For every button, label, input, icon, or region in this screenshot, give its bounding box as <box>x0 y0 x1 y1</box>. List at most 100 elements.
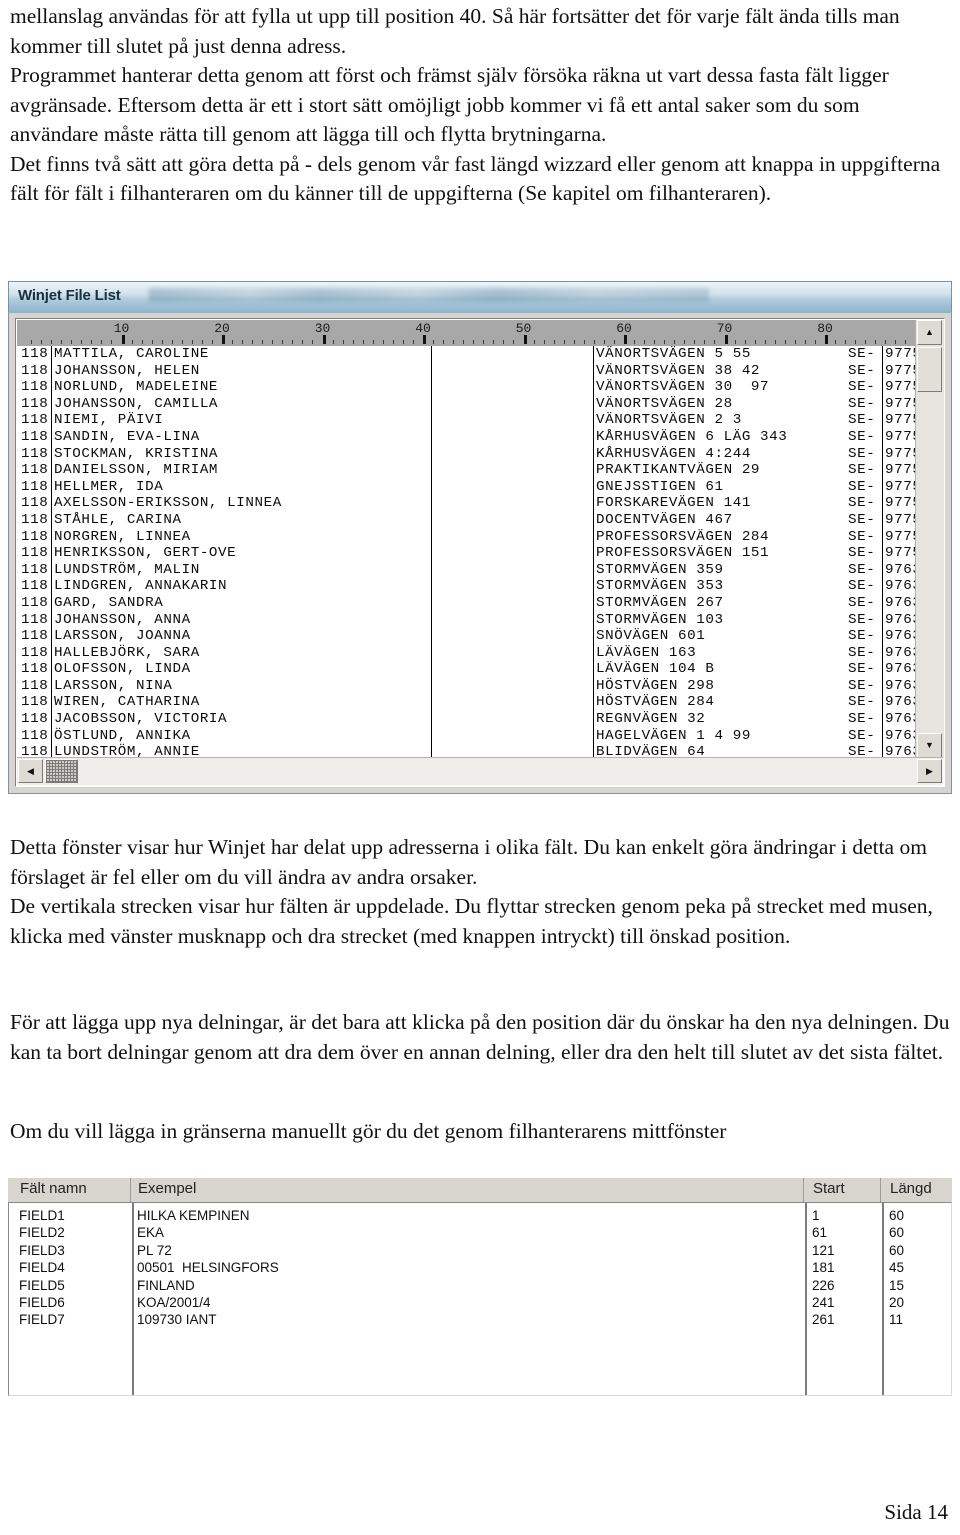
field-table-cell-name[interactable]: FIELD1 <box>19 1207 65 1224</box>
ruler-minor-tick <box>845 340 847 344</box>
field-table-cell-start[interactable]: 241 <box>812 1294 835 1311</box>
field-table-cell-start[interactable]: 181 <box>812 1259 835 1276</box>
field-table-cell-start[interactable]: 121 <box>812 1242 835 1259</box>
field-table-cell-name[interactable]: FIELD2 <box>19 1224 65 1241</box>
file-list-text-pane[interactable]: 118 MATTILA, CAROLINE VÄNORTSVÄGEN 5 55 SE-… <box>17 346 919 758</box>
field-table-cell-length[interactable]: 60 <box>889 1207 904 1224</box>
ruler-minor-tick <box>242 340 244 344</box>
file-list-row[interactable]: 118 JOHANSSON, HELEN VÄNORTSVÄGEN 38 42 SE-… <box>17 363 919 380</box>
file-list-row[interactable]: 118 LARSSON, JOANNA SNÖVÄGEN 601 SE- 9763 <box>17 628 919 645</box>
winjet-titlebar[interactable]: Winjet File List <box>8 281 952 312</box>
scroll-down-arrow-icon[interactable]: ▼ <box>917 733 942 758</box>
row-country-field: SE- <box>848 528 876 545</box>
field-table-cell-start[interactable]: 61 <box>812 1224 827 1241</box>
ruler-label-20: 20 <box>214 321 230 336</box>
field-divider-1[interactable] <box>51 346 52 758</box>
field-table-cell-example[interactable]: HILKA KEMPINEN <box>137 1207 250 1224</box>
row-name-field: LUNDSTRÖM, ANNIE <box>54 744 200 758</box>
field-table-cell-start[interactable]: 226 <box>812 1277 835 1294</box>
field-table-cell-start[interactable]: 1 <box>812 1207 820 1224</box>
document-page: mellanslag användas för att fylla ut upp… <box>0 0 960 1535</box>
field-table-cell-name[interactable]: FIELD7 <box>19 1311 65 1328</box>
ruler-minor-tick <box>483 340 485 344</box>
field-table-cell-name[interactable]: FIELD5 <box>19 1277 65 1294</box>
ruler-minor-tick <box>734 340 736 344</box>
file-list-row[interactable]: 118 JACOBSSON, VICTORIA REGNVÄGEN 32 SE- 976… <box>17 711 919 728</box>
file-list-row[interactable]: 118 SANDIN, EVA-LINA KÅRHUSVÄGEN 6 LÄG 343… <box>17 429 919 446</box>
row-name-field: JOHANSSON, CAMILLA <box>54 395 219 412</box>
row-id-field: 118 <box>21 511 49 528</box>
ruler-minor-tick <box>181 340 183 344</box>
field-table-cell-length[interactable]: 45 <box>889 1259 904 1276</box>
field-table-cell-example[interactable]: FINLAND <box>137 1277 195 1294</box>
paragraph-last: Om du vill lägga in gränserna manuellt g… <box>10 1117 950 1147</box>
field-table-cell-start[interactable]: 261 <box>812 1311 835 1328</box>
field-table-cell-length[interactable]: 20 <box>889 1294 904 1311</box>
file-list-row[interactable]: 118 GARD, SANDRA STORMVÄGEN 267 SE- 9763 <box>17 595 919 612</box>
file-list-row[interactable]: 118 ÖSTLUND, ANNIKA HAGELVÄGEN 1 4 99 SE- 97… <box>17 728 919 745</box>
field-table-cell-example[interactable]: PL 72 <box>137 1242 172 1259</box>
file-list-row[interactable]: 118 STÅHLE, CARINA DOCENTVÄGEN 467 SE- 9775 <box>17 512 919 529</box>
field-divider-2[interactable] <box>431 346 432 758</box>
file-list-row[interactable]: 118 OLOFSSON, LINDA LÄVÄGEN 104 B SE- 9763 <box>17 661 919 678</box>
field-table-cell-length[interactable]: 11 <box>889 1311 903 1328</box>
file-list-row[interactable]: 118 NIEMI, PÄIVI VÄNORTSVÄGEN 2 3 SE- 9775 <box>17 412 919 429</box>
field-table-cell-name[interactable]: FIELD6 <box>19 1294 65 1311</box>
field-table-cell-example[interactable]: 109730 IANT <box>137 1311 217 1328</box>
field-table-header-row: Fält namn Exempel Start Längd <box>8 1178 952 1202</box>
vertical-scroll-thumb[interactable] <box>917 347 942 392</box>
scroll-up-arrow-icon[interactable]: ▲ <box>917 320 942 345</box>
row-country-field: SE- <box>848 545 876 562</box>
field-table-cell-length[interactable]: 15 <box>889 1277 904 1294</box>
row-name-field: JOHANSSON, ANNA <box>54 611 191 628</box>
row-country-field: SE- <box>848 346 876 362</box>
file-list-row[interactable]: 118 LARSSON, NINA HÖSTVÄGEN 298 SE- 9763 <box>17 678 919 695</box>
file-list-row[interactable]: 118 HELLMER, IDA GNEJSSTIGEN 61 SE- 9775 <box>17 479 919 496</box>
field-table-cell-name[interactable]: FIELD3 <box>19 1242 65 1259</box>
file-list-row[interactable]: 118 LINDGREN, ANNAKARIN STORMVÄGEN 353 SE- 9… <box>17 578 919 595</box>
file-list-row[interactable]: 118 LUNDSTRÖM, MALIN STORMVÄGEN 359 SE- 9763 <box>17 562 919 579</box>
field-table-cell-example[interactable]: EKA <box>137 1224 164 1241</box>
ruler-minor-tick <box>91 340 93 344</box>
file-list-row[interactable]: 118 HALLEBJÖRK, SARA LÄVÄGEN 163 SE- 9763 <box>17 645 919 662</box>
row-name-field: JACOBSSON, VICTORIA <box>54 711 228 728</box>
ruler-minor-tick <box>362 340 364 344</box>
ruler-minor-tick <box>563 340 565 344</box>
row-name-field: HELLMER, IDA <box>54 478 164 495</box>
row-zip-field: 9763 <box>885 561 919 578</box>
horizontal-scroll-thumb[interactable] <box>45 759 78 783</box>
field-table-cell-length[interactable]: 60 <box>889 1242 904 1259</box>
field-table-cell-length[interactable]: 60 <box>889 1224 904 1241</box>
file-list-row[interactable]: 118 DANIELSSON, MIRIAM PRAKTIKANTVÄGEN 29 S… <box>17 462 919 479</box>
field-table-cell-example[interactable]: KOA/2001/4 <box>137 1294 211 1311</box>
field-table-grid[interactable]: FIELD1 HILKA KEMPINEN 1 60 FIELD2 EKA 61 60 FIEL… <box>8 1202 952 1396</box>
file-list-row[interactable]: 118 JOHANSSON, CAMILLA VÄNORTSVÄGEN 28 SE- 9… <box>17 396 919 413</box>
ruler-major-tick <box>624 335 627 344</box>
file-list-row[interactable]: 118 WIREN, CATHARINA HÖSTVÄGEN 284 SE- 9763 <box>17 694 919 711</box>
file-list-row[interactable]: 118 AXELSSON-ERIKSSON, LINNEA FORSKAREVÄGE… <box>17 495 919 512</box>
field-table-cell-name[interactable]: FIELD4 <box>19 1259 65 1276</box>
file-list-row[interactable]: 118 STOCKMAN, KRISTINA KÅRHUSVÄGEN 4:244 SE… <box>17 446 919 463</box>
ruler-ticks <box>17 335 919 344</box>
file-list-row[interactable]: 118 JOHANSSON, ANNA STORMVÄGEN 103 SE- 9763 <box>17 612 919 629</box>
column-ruler[interactable]: 10 20 30 40 50 60 70 80 <box>17 320 919 346</box>
field-divider-4[interactable] <box>882 346 883 758</box>
row-id-field: 118 <box>21 528 49 545</box>
page-number-footer: Sida 14 <box>884 1500 948 1524</box>
scroll-left-arrow-icon[interactable]: ◀ <box>18 759 43 783</box>
vertical-scrollbar[interactable]: ▲ ▼ <box>915 320 944 758</box>
file-list-row[interactable]: 118 NORGREN, LINNEA PROFESSORSVÄGEN 284 SE-… <box>17 529 919 546</box>
row-street-field: VÄNORTSVÄGEN 5 55 <box>596 346 751 362</box>
file-list-row[interactable]: 118 MATTILA, CAROLINE VÄNORTSVÄGEN 5 55 SE-… <box>17 346 919 363</box>
file-list-row[interactable]: 118 LUNDSTRÖM, ANNIE BLIDVÄGEN 64 SE- 9763 <box>17 744 919 758</box>
scroll-right-arrow-icon[interactable]: ▶ <box>917 759 942 783</box>
field-divider-3[interactable] <box>593 346 594 758</box>
file-list-row[interactable]: 118 HENRIKSSON, GERT-OVE PROFESSORSVÄGEN 1… <box>17 545 919 562</box>
field-table-cell-example[interactable]: 00501 HELSINGFORS <box>137 1259 279 1276</box>
ruler-minor-tick <box>443 340 445 344</box>
row-street-field: KÅRHUSVÄGEN 4:244 <box>596 445 751 462</box>
file-list-row[interactable]: 118 NORLUND, MADELEINE VÄNORTSVÄGEN 30 97 S… <box>17 379 919 396</box>
horizontal-scrollbar[interactable]: ◀ ▶ <box>17 757 943 785</box>
paragraph-top: mellanslag användas för att fylla ut upp… <box>10 2 950 209</box>
ruler-minor-tick <box>41 340 43 344</box>
